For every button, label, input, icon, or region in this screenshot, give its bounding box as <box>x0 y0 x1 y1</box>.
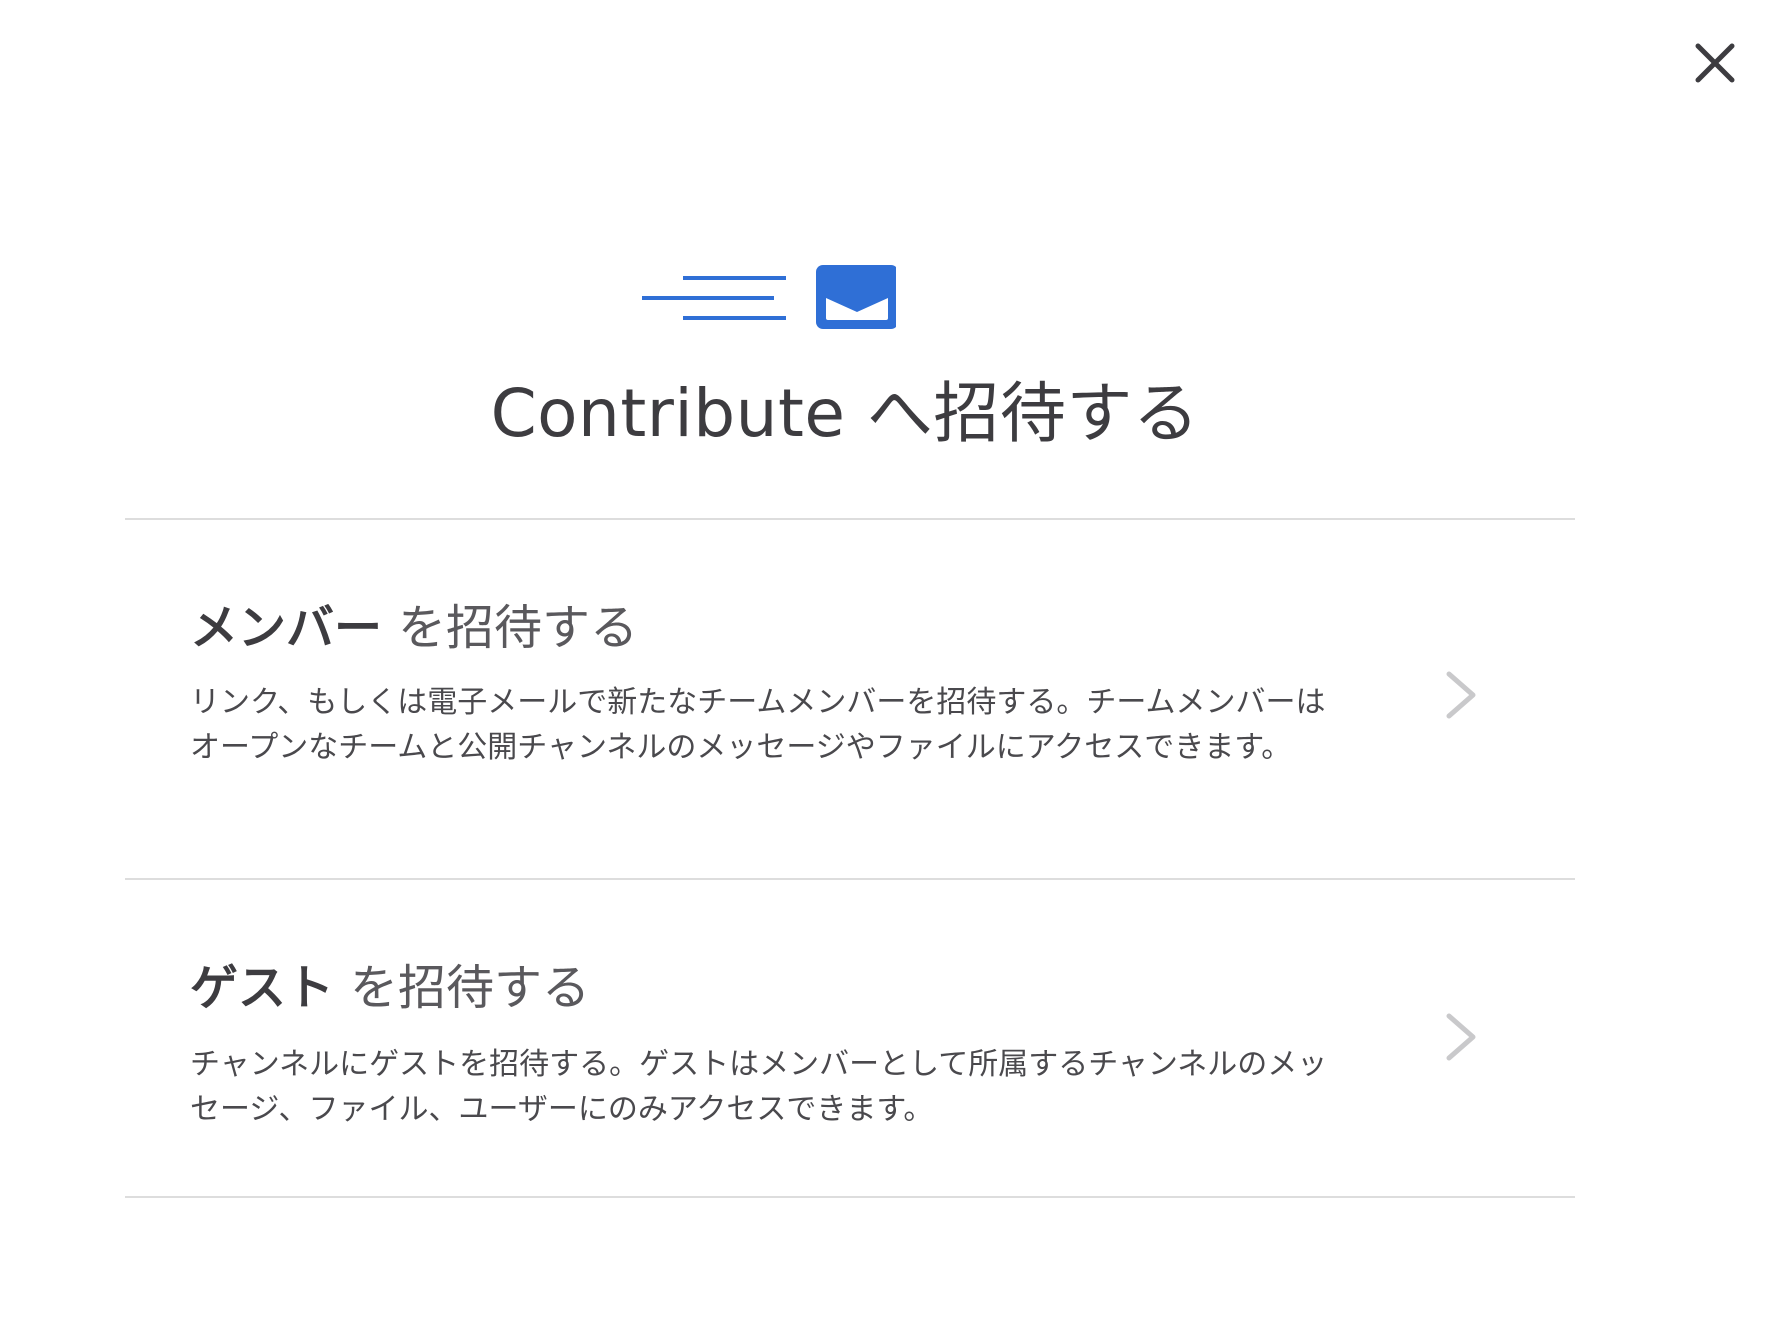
invite-member-option[interactable]: メンバー を招待する リンク、もしくは電子メールで新たなチームメンバーを招待する。… <box>125 518 1575 878</box>
modal-title: Contribute へ招待する <box>490 375 1200 452</box>
invite-guest-heading-strong: ゲスト <box>190 960 335 1016</box>
invite-guest-heading-rest: を招待する <box>350 960 591 1016</box>
invite-modal: Contribute へ招待する メンバー を招待する リンク、もしくは電子メール… <box>0 0 1780 1322</box>
close-button[interactable] <box>1690 38 1740 88</box>
invite-guest-option[interactable]: ゲスト を招待する チャンネルにゲストを招待する。ゲストはメンバーとして所属するチ… <box>125 880 1575 1196</box>
invite-guest-heading: ゲスト を招待する <box>190 948 590 1018</box>
invite-member-heading-strong: メンバー <box>190 600 383 656</box>
invite-member-heading-rest: を招待する <box>398 600 639 656</box>
chevron-right-icon <box>1443 668 1479 722</box>
invite-member-description: リンク、もしくは電子メールで新たなチームメンバーを招待する。チームメンバーはオー… <box>190 685 1326 765</box>
divider <box>125 1196 1575 1198</box>
close-icon <box>1695 43 1735 83</box>
invite-member-heading: メンバー を招待する <box>190 588 638 658</box>
chevron-right-icon <box>1443 1010 1479 1064</box>
send-mail-icon <box>636 262 896 332</box>
invite-guest-description: チャンネルにゲストを招待する。ゲストはメンバーとして所属するチャンネルのメッセー… <box>190 1047 1328 1127</box>
